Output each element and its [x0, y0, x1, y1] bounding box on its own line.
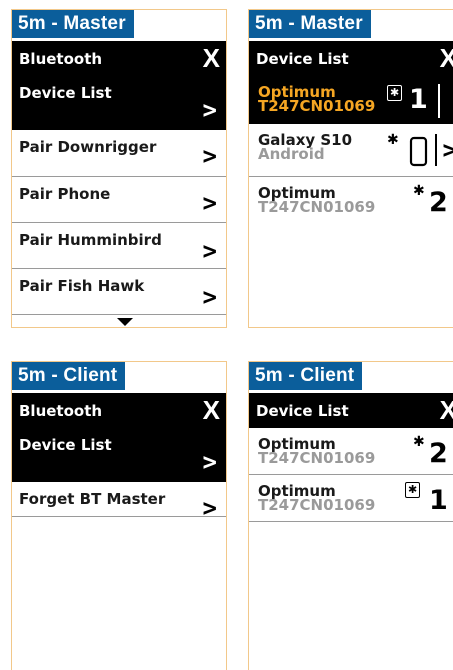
device-number: 2 [429, 187, 448, 218]
phone-icon [409, 136, 428, 167]
menu-item-pair-downrigger[interactable]: Pair Downrigger > [12, 130, 226, 176]
divider [12, 314, 226, 315]
menu-item-device-list[interactable]: Device List > [12, 76, 226, 130]
close-button[interactable]: X [203, 395, 220, 426]
chevron-right-icon: > [202, 494, 217, 522]
close-button[interactable]: X [440, 43, 453, 74]
menu-title: Device List [256, 50, 349, 68]
device-serial: T247CN01069 [258, 198, 376, 216]
divider [435, 134, 437, 166]
bluetooth-icon: ✱ [387, 132, 399, 148]
close-button[interactable]: X [203, 43, 220, 74]
chevron-right-icon: > [202, 96, 217, 124]
chevron-right-icon: > [443, 136, 453, 164]
screen-client-bluetooth: 5m - Client Bluetooth X Device List > Fo… [11, 361, 227, 670]
device-serial: T247CN01069 [258, 449, 376, 467]
menu-item-device-list[interactable]: Device List > [12, 428, 226, 482]
device-number: 1 [429, 485, 448, 516]
divider [438, 84, 440, 118]
chevron-right-icon: > [202, 237, 217, 265]
mode-tag: 5m - Client [12, 362, 126, 390]
menu-item-label: Device List [19, 436, 112, 454]
menu-item-label: Forget BT Master [19, 490, 166, 508]
menu-item-pair-phone[interactable]: Pair Phone > [12, 177, 226, 222]
device-row[interactable]: Optimum T247CN01069 ✱ 2 [249, 428, 453, 474]
menu-title: Bluetooth [19, 402, 103, 420]
screen-master-bluetooth: 5m - Master Bluetooth X Device List > Pa… [11, 9, 227, 328]
screen-client-device-list: 5m - Client Device List X Optimum T247CN… [248, 361, 453, 670]
device-serial: T247CN01069 [258, 496, 376, 514]
menu-item-forget-bt-master[interactable]: Forget BT Master > [12, 482, 226, 528]
chevron-right-icon: > [202, 448, 217, 476]
device-row[interactable]: Optimum T247CN01069 ✱ 1 [249, 475, 453, 521]
chevron-down-icon[interactable] [117, 318, 133, 326]
menu-item-label: Pair Downrigger [19, 138, 157, 156]
menu-title: Device List [256, 402, 349, 420]
device-row[interactable]: Optimum T247CN01069 ✱ 2 [249, 177, 453, 227]
menu-item-pair-humminbird[interactable]: Pair Humminbird > [12, 223, 226, 268]
divider [249, 521, 453, 522]
mode-tag: 5m - Master [249, 10, 371, 38]
bluetooth-icon: ✱ [413, 183, 425, 199]
menu-title: Bluetooth [19, 50, 103, 68]
menu-item-label: Pair Humminbird [19, 231, 162, 249]
device-number: 1 [409, 84, 428, 115]
mode-tag: 5m - Client [249, 362, 363, 390]
mode-tag: 5m - Master [12, 10, 134, 38]
bluetooth-box-icon: ✱ [405, 482, 421, 498]
menu-item-pair-fish-hawk[interactable]: Pair Fish Hawk > [12, 269, 226, 314]
menu-header: Device List X [249, 393, 453, 428]
chevron-right-icon: > [202, 142, 217, 170]
menu-header: Bluetooth X [12, 393, 226, 428]
menu-header: Bluetooth X [12, 41, 226, 76]
bluetooth-icon: ✱ [413, 434, 425, 450]
device-number: 2 [429, 438, 448, 469]
device-row[interactable]: Galaxy S10 Android ✱ > [249, 124, 453, 176]
screen-master-device-list: 5m - Master Device List X Optimum T247CN… [248, 9, 453, 328]
chevron-right-icon: > [202, 283, 217, 311]
menu-header: Device List X [249, 41, 453, 76]
divider [12, 516, 226, 517]
device-row-selected[interactable]: Optimum T247CN01069 ✱ 1 [249, 76, 453, 124]
device-serial: Android [258, 145, 325, 163]
close-button[interactable]: X [440, 395, 453, 426]
menu-item-label: Pair Phone [19, 185, 111, 203]
bluetooth-box-icon: ✱ [387, 85, 403, 101]
menu-item-label: Device List [19, 84, 112, 102]
chevron-right-icon: > [202, 189, 217, 217]
menu-item-label: Pair Fish Hawk [19, 277, 145, 295]
device-serial: T247CN01069 [258, 97, 376, 115]
